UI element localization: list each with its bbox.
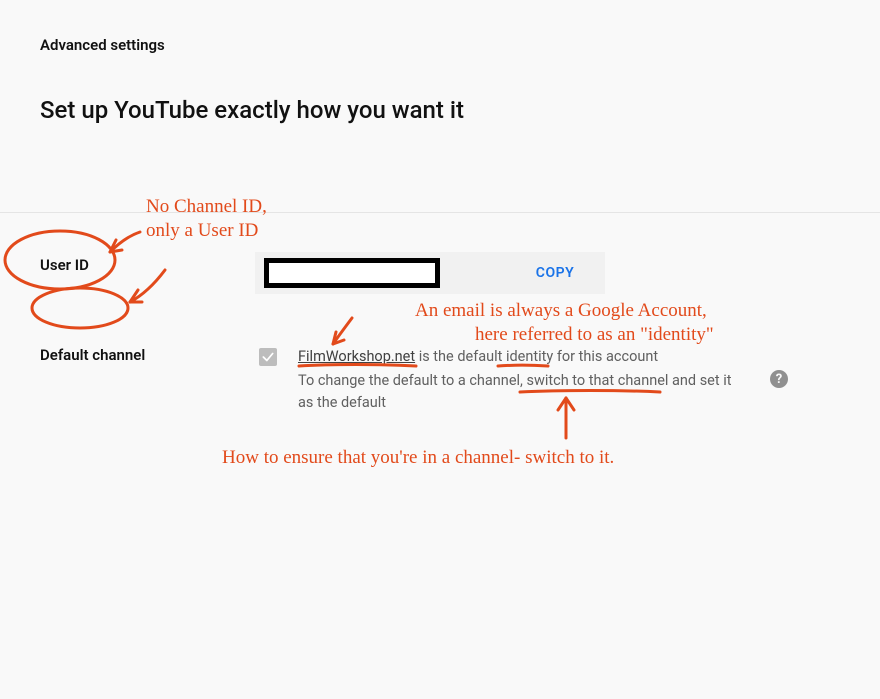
section-divider [0,212,880,213]
help-icon[interactable]: ? [770,370,788,388]
default-channel-checkbox[interactable] [259,348,277,366]
annotation-no-channel-id: No Channel ID, only a User ID [146,195,267,243]
annotation-identity: An email is always a Google Account, her… [415,299,714,347]
user-id-redacted [264,258,440,288]
breadcrumb: Advanced settings [40,36,165,54]
copy-button[interactable]: COPY [505,252,605,294]
annotation-switch: How to ensure that you're in a channel- … [222,446,614,470]
brand-link[interactable]: FilmWorkshop.net [298,348,415,365]
desc-line1-rest: is the default identity for this account [415,348,658,365]
page-title: Set up YouTube exactly how you want it [40,96,464,124]
check-icon [261,350,275,364]
default-channel-label: Default channel [40,346,145,364]
default-channel-desc-line2: To change the default to a channel, swit… [298,370,744,414]
page: Advanced settings Set up YouTube exactly… [0,0,880,699]
default-channel-desc-line1: FilmWorkshop.net is the default identity… [298,348,658,365]
user-id-label: User ID [40,256,89,274]
